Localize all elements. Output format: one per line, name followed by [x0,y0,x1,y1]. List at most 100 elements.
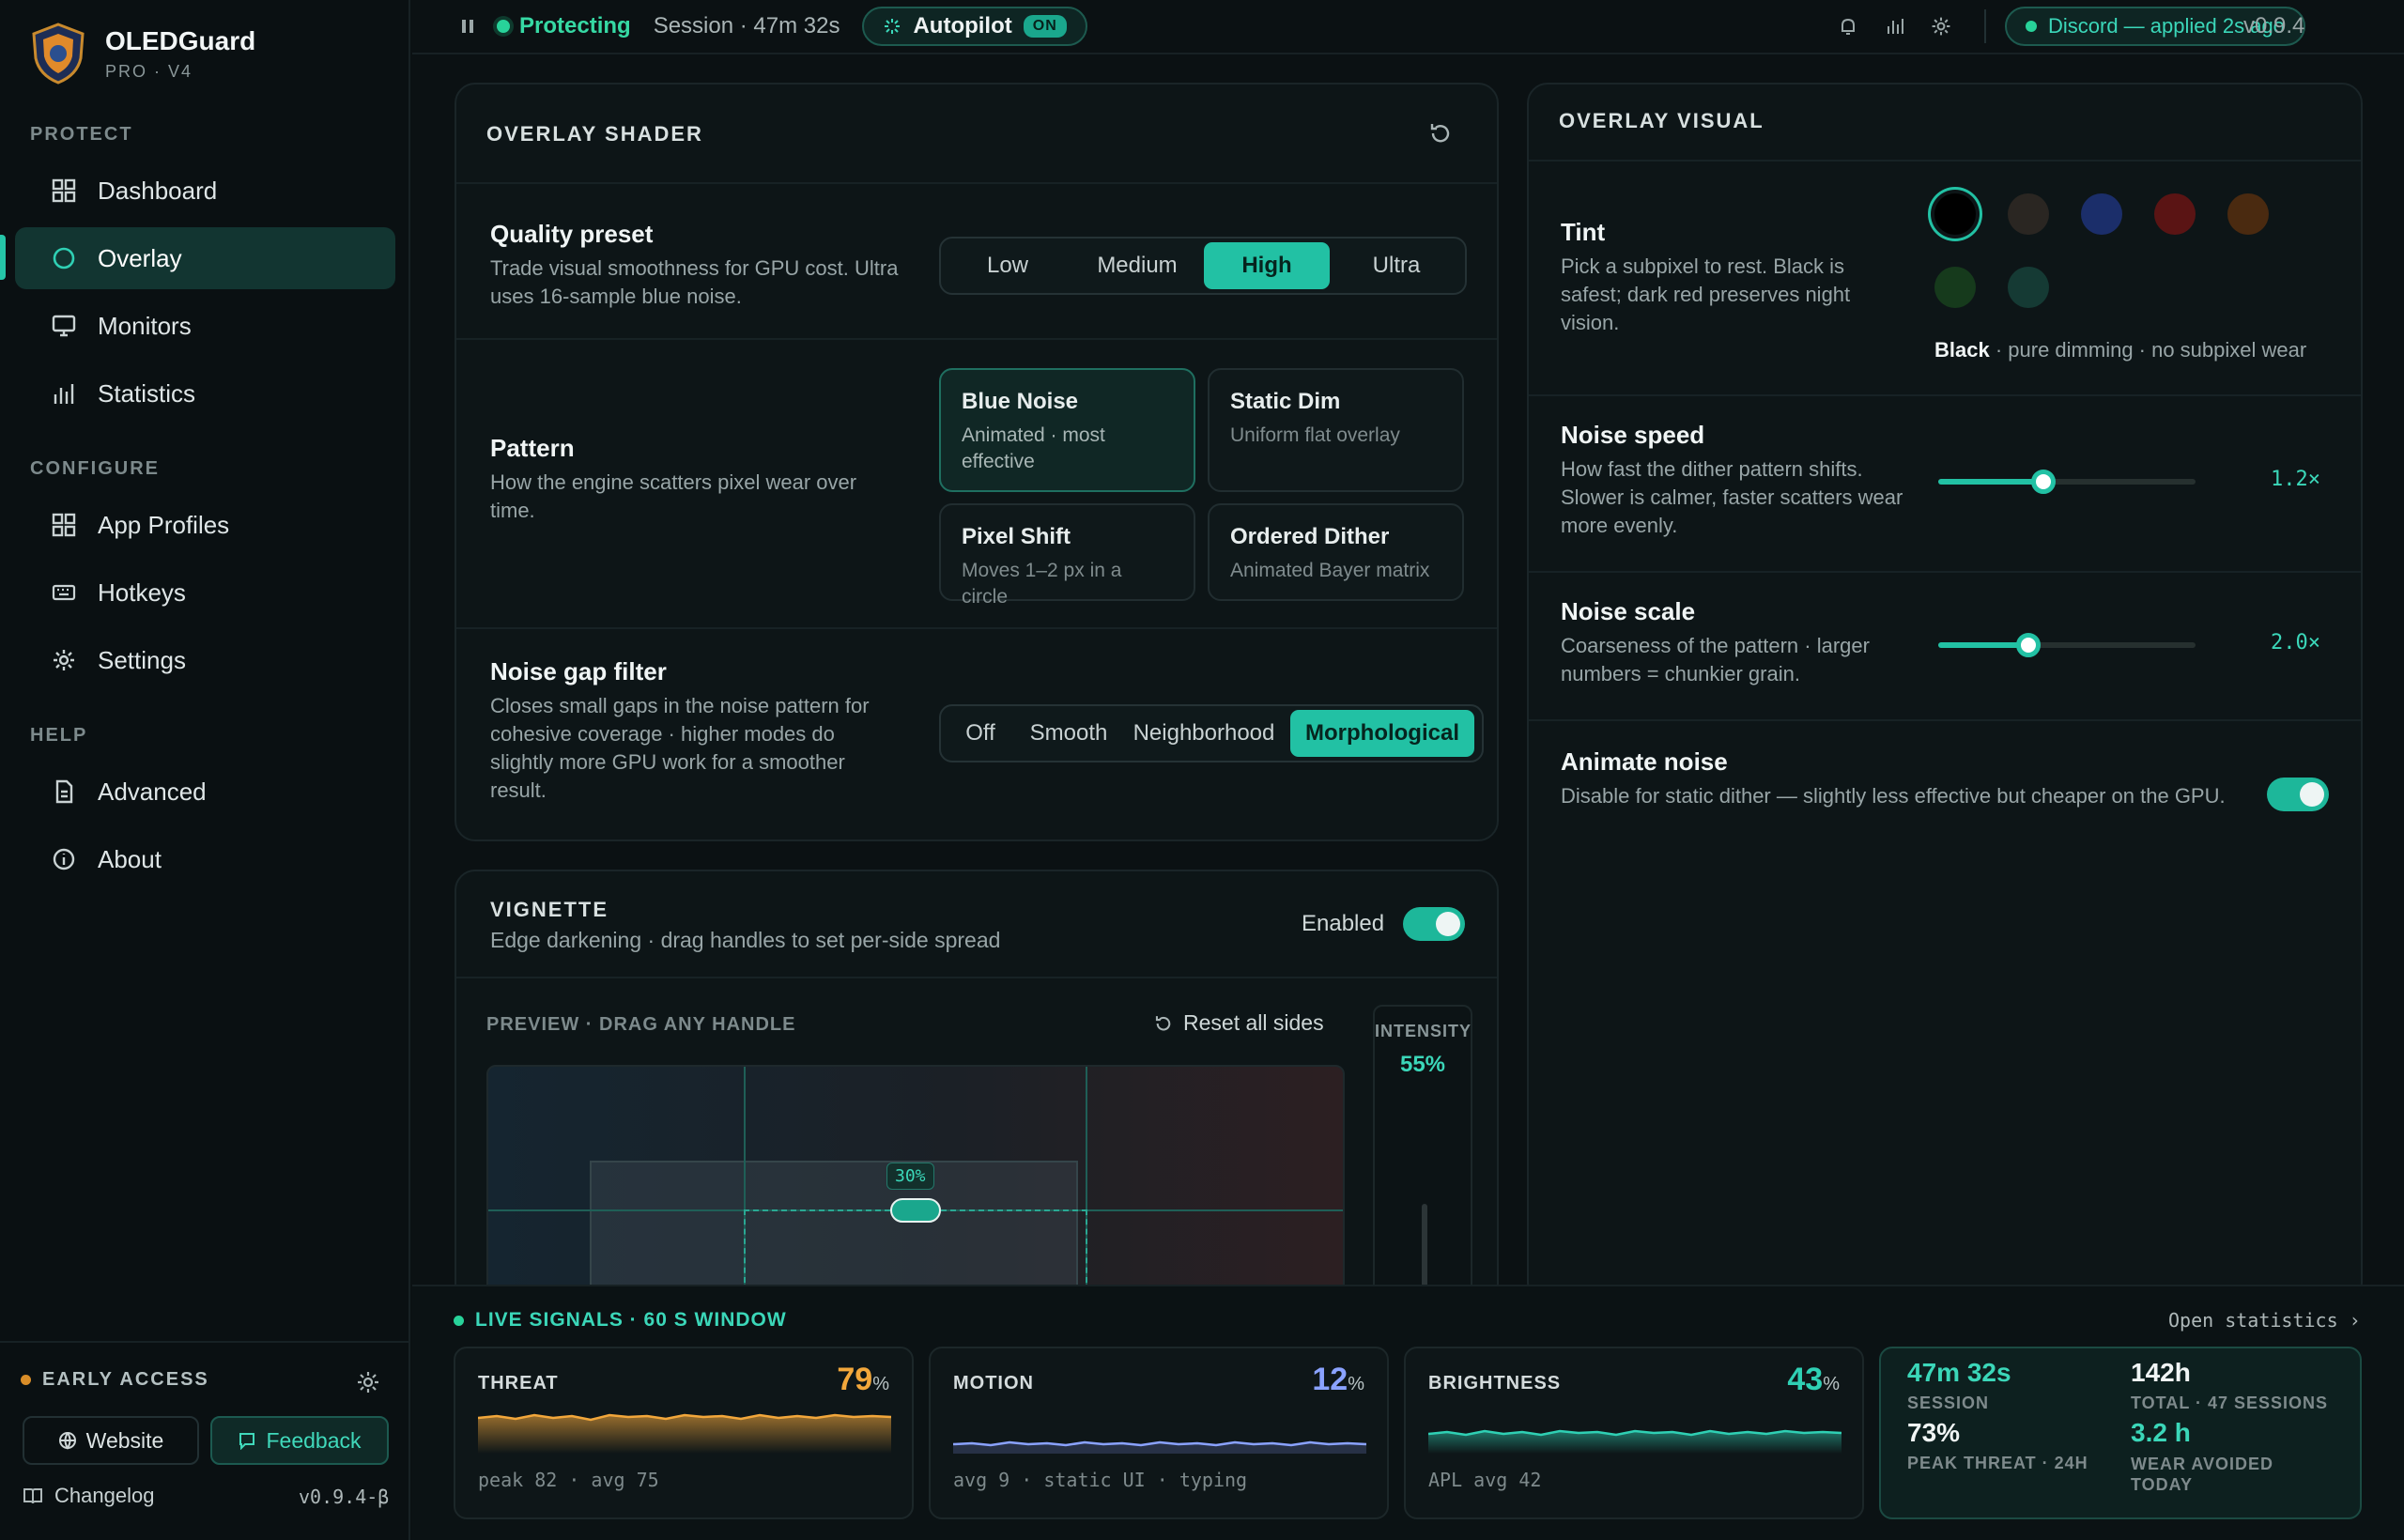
early-access-label: EARLY ACCESS [21,1369,209,1391]
pause-icon[interactable] [459,18,476,35]
reset-all-button[interactable]: Reset all sides [1153,1010,1324,1036]
divider [456,627,1497,629]
panel-title: VIGNETTE [490,898,609,921]
quality-medium[interactable]: Medium [1074,242,1200,289]
noise-scale-value: 2.0× [2271,631,2320,654]
noise-speed-value: 1.2× [2271,468,2320,491]
circle-icon [53,247,75,270]
sidebar-item-dashboard[interactable]: Dashboard [15,160,395,222]
row-description: Closes small gaps in the noise pattern f… [490,694,870,802]
chat-icon [239,1433,255,1450]
noise-scale-row: Noise scale Coarseness of the pattern · … [1561,597,1918,688]
animate-noise-toggle[interactable] [2267,778,2329,811]
slider-fill [1938,642,2028,648]
sidebar-item-settings[interactable]: Settings [15,629,395,691]
section-configure: CONFIGURE [30,458,160,479]
autopilot-toggle[interactable]: Autopilot ON [862,7,1087,46]
divider [1529,160,2361,162]
value-number: 43 [1787,1362,1824,1397]
status-dot [2026,21,2037,32]
live-dot [454,1315,464,1326]
pattern-static-dim[interactable]: Static Dim Uniform flat overlay [1208,368,1464,492]
globe-icon [58,1432,76,1450]
section-help: HELP [30,725,88,746]
card-label: MOTION [953,1373,1034,1394]
wear-label: WEAR AVOIDED TODAY [2131,1455,2274,1494]
gap-neighborhood[interactable]: Neighborhood [1121,710,1287,757]
tint-swatch-green[interactable] [1934,267,1976,308]
card-description: Uniform flat overlay [1230,424,1400,446]
threat-sparkline [478,1413,891,1454]
sidebar-item-overlay[interactable]: Overlay [15,227,395,289]
tint-swatch-warm-gray[interactable] [2008,193,2049,235]
open-statistics-link[interactable]: Open statistics › [2168,1309,2361,1332]
quality-ultra[interactable]: Ultra [1333,242,1459,289]
section-protect: PROTECT [30,124,133,145]
reset-icon[interactable] [1427,120,1454,146]
sidebar-item-app-profiles[interactable]: App Profiles [15,494,395,556]
pattern-blue-noise[interactable]: Blue Noise Animated · most effective [939,368,1195,492]
divider [456,338,1497,340]
changelog-link[interactable]: Changelog [23,1484,154,1508]
session-value: 47m 32s [1907,1358,2011,1387]
feedback-button[interactable]: Feedback [210,1416,389,1465]
top-handle[interactable] [890,1198,941,1223]
topbar: Protecting Session · 47m 32s Autopilot O… [412,0,2404,54]
sidebar-item-label: Monitors [98,311,192,340]
sidebar-item-monitors[interactable]: Monitors [15,295,395,357]
app-name: OLEDGuard [105,25,256,55]
gear-icon[interactable] [1930,15,1952,38]
tint-swatch-black[interactable] [1934,193,1976,235]
sidebar-item-label: About [98,844,162,873]
brightness-value: 43% [1787,1362,1840,1398]
gear-icon[interactable] [355,1369,381,1395]
gap-morphological[interactable]: Morphological [1290,710,1474,757]
quality-low[interactable]: Low [945,242,1071,289]
sidebar-item-statistics[interactable]: Statistics [15,362,395,424]
website-label: Website [85,1427,164,1453]
animate-noise-row: Animate noise Disable for static dither … [1561,747,2237,810]
quality-high[interactable]: High [1204,242,1330,289]
total-label: TOTAL · 47 SESSIONS [2131,1394,2329,1412]
pattern-pixel-shift[interactable]: Pixel Shift Moves 1–2 px in a circle [939,503,1195,608]
row-title: Noise gap filter [490,657,667,685]
sidebar-item-hotkeys[interactable]: Hotkeys [15,562,395,624]
vignette-panel: VIGNETTE Edge darkening · drag handles t… [455,870,1499,1339]
shield-logo-icon [32,23,85,85]
slider-knob[interactable] [2031,470,2057,494]
vignette-toggle[interactable] [1403,907,1465,941]
intensity-value: 55% [1399,1052,1446,1077]
tint-swatch-red[interactable] [2154,193,2196,235]
tint-swatch-blue[interactable] [2081,193,2122,235]
gap-off[interactable]: Off [945,710,1016,757]
tint-swatch-teal[interactable] [2008,267,2049,308]
card-footer: APL avg 42 [1428,1469,1542,1491]
sidebar-item-about[interactable]: About [15,828,395,890]
bar-chart-icon[interactable] [1885,16,1905,37]
tint-selection: Black · pure dimming · no subpixel wear [1934,338,2306,362]
divider [1529,571,2361,573]
slider-knob[interactable] [2015,633,2041,657]
handle-value-label: 30% [886,1163,934,1190]
tint-selected-name: Black [1934,338,1990,362]
reset-icon [1155,1015,1171,1030]
pattern-row: Pattern How the engine scatters pixel we… [490,434,903,525]
tint-swatch-amber[interactable] [2227,193,2269,235]
protection-status: Protecting [497,13,631,39]
row-description: How fast the dither pattern shifts. Slow… [1561,457,1903,537]
gap-smooth[interactable]: Smooth [1020,710,1117,757]
tint-selected-desc: · pure dimming · no subpixel wear [1989,338,2307,362]
row-description: Coarseness of the pattern · larger numbe… [1561,634,1870,685]
website-button[interactable]: Website [23,1416,199,1465]
pattern-ordered-dither[interactable]: Ordered Dither Animated Bayer matrix [1208,503,1464,601]
noise-gap-row: Noise gap filter Closes small gaps in th… [490,657,903,805]
bar-chart-icon [54,384,74,404]
noise-scale-slider[interactable] [1938,633,2196,657]
bell-icon[interactable] [1838,16,1858,37]
early-access-text: EARLY ACCESS [42,1369,209,1390]
row-description: Disable for static dither — slightly les… [1561,784,2226,808]
sidebar-item-advanced[interactable]: Advanced [15,761,395,823]
motion-card: MOTION 12% avg 9 · static UI · typing [929,1347,1389,1519]
value-unit: % [1823,1374,1840,1394]
noise-speed-slider[interactable] [1938,470,2196,494]
